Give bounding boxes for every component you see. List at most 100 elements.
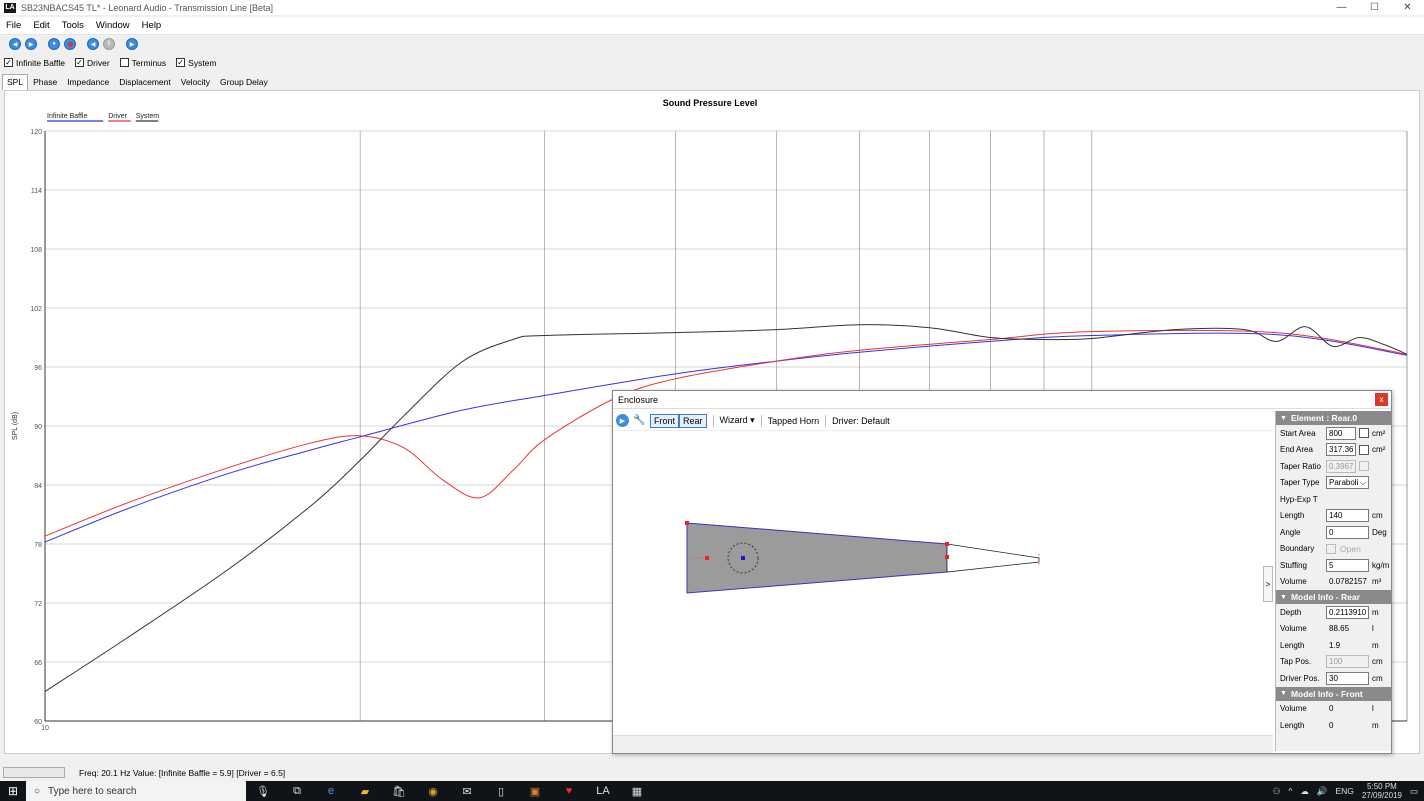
front-length-unit: m	[1372, 720, 1379, 730]
status-bar: Freq: 20.1 Hz Value: [Infinite Baffle = …	[0, 765, 1424, 780]
stop-icon[interactable]	[64, 38, 76, 50]
notification-icon[interactable]: ▭	[1410, 786, 1418, 797]
windows-start-icon[interactable]: ⊞	[0, 781, 26, 801]
angle-input[interactable]: 0	[1326, 525, 1369, 539]
enclosure-canvas[interactable]	[613, 431, 1273, 731]
file-explorer-icon[interactable]: ▰	[348, 781, 382, 801]
element-section-header[interactable]: ▼ Element : Rear.0	[1276, 411, 1391, 425]
rear-button[interactable]: Rear	[679, 413, 707, 428]
back-icon[interactable]: ◀	[9, 38, 21, 50]
chevron-down-icon: ⌵	[1359, 477, 1366, 487]
model-front-section-header[interactable]: ▼ Model Info - Front	[1276, 686, 1391, 701]
taper-type-select[interactable]: Paraboli ⌵	[1326, 476, 1369, 490]
length-unit: cm	[1372, 511, 1383, 521]
next-element-shape[interactable]	[946, 543, 1040, 573]
driver-pos-input[interactable]: 30	[1326, 671, 1369, 685]
close-window-button[interactable]: ✕	[1391, 0, 1424, 15]
chevron-up-icon[interactable]: ^	[1288, 786, 1292, 796]
taskbar-search[interactable]: ○ Type here to search	[26, 781, 246, 801]
search-icon: ○	[34, 785, 41, 797]
network-icon[interactable]: ☁	[1300, 786, 1309, 797]
store-icon[interactable]: 🛍	[382, 781, 416, 801]
run-icon[interactable]: ▶	[616, 414, 629, 427]
maximize-button[interactable]: ☐	[1358, 0, 1391, 15]
expand-panel-button[interactable]: >	[1263, 566, 1273, 602]
length-input[interactable]: 140	[1326, 509, 1369, 523]
handle-top-right[interactable]	[945, 542, 949, 546]
checkbox-icon[interactable]: ✓	[4, 58, 13, 67]
stuffing-input[interactable]: 5	[1326, 558, 1369, 572]
tab-displacement[interactable]: Displacement	[114, 74, 176, 90]
minimize-button[interactable]: —	[1325, 0, 1358, 15]
close-icon[interactable]: x	[1375, 393, 1388, 406]
checkbox-icon[interactable]: ✓	[176, 58, 186, 67]
microphone-icon[interactable]: 🎙	[246, 781, 280, 801]
rewind-icon[interactable]: ◀	[87, 38, 99, 50]
volume-icon[interactable]: 🔊	[1317, 786, 1328, 797]
people-icon[interactable]: ⚇	[1273, 786, 1281, 797]
end-area-lock-checkbox[interactable]	[1359, 444, 1369, 455]
handle-mid-left[interactable]	[705, 556, 709, 560]
calculator-icon[interactable]: ▦	[620, 781, 654, 801]
front-button[interactable]: Front	[650, 413, 680, 428]
dialog-title-bar[interactable]: Enclosure	[613, 391, 1391, 409]
tab-spl[interactable]: SPL	[2, 74, 29, 90]
edge-browser-icon[interactable]: e	[314, 781, 348, 801]
checkbox-icon[interactable]: ✓	[75, 58, 84, 67]
driver-center-handle[interactable]	[741, 556, 745, 560]
volume-value: 0.0782157	[1329, 577, 1367, 587]
end-area-input[interactable]: 317.36	[1326, 443, 1356, 457]
task-view-icon[interactable]: ⧉	[280, 781, 314, 801]
document-icon[interactable]: ▯	[484, 781, 518, 801]
checkbox-icon[interactable]	[119, 58, 129, 67]
taper-ratio-checkbox	[1359, 461, 1369, 472]
driver-label[interactable]: Driver: Default	[832, 416, 890, 426]
menu-edit[interactable]: Edit	[33, 20, 49, 31]
record-icon[interactable]: ●	[48, 38, 60, 50]
length-label: Length	[1280, 511, 1305, 521]
tab-impedance[interactable]: Impedance	[62, 74, 114, 90]
clock[interactable]: 5:50 PM 27/09/2019	[1362, 782, 1402, 800]
handle-top-left[interactable]	[685, 521, 689, 525]
language-indicator[interactable]: ENG	[1336, 786, 1354, 796]
start-area-input[interactable]: 800	[1326, 426, 1356, 440]
front-length-value: 0	[1329, 720, 1334, 730]
model-rear-section-header[interactable]: ▼ Model Info - Rear	[1276, 590, 1391, 604]
design-type-label[interactable]: Tapped Horn	[768, 416, 820, 426]
leonard-audio-app-icon[interactable]: LA	[586, 781, 620, 801]
front-volume-row: Volume 0 l	[1276, 701, 1391, 718]
collapse-triangle-icon[interactable]: ▼	[1280, 690, 1287, 697]
toggle-system[interactable]: ✓ System	[176, 58, 217, 68]
menu-tools[interactable]: Tools	[62, 20, 84, 31]
toggle-infinite-baffle[interactable]: ✓ Infinite Baffle	[4, 58, 65, 68]
rear-element-shape[interactable]	[686, 522, 948, 594]
start-area-lock-checkbox[interactable]	[1359, 428, 1369, 439]
end-area-row: End Area 317.36 cm²	[1276, 442, 1391, 459]
toggle-driver[interactable]: ✓ Driver	[75, 58, 110, 68]
rear-volume-row: Volume 88.65 l	[1276, 621, 1391, 638]
pause-icon[interactable]: ‖	[103, 38, 115, 50]
tab-velocity[interactable]: Velocity	[176, 74, 215, 90]
rear-length-label: Length	[1280, 640, 1305, 650]
tab-phase[interactable]: Phase	[28, 74, 62, 90]
wrench-icon[interactable]: 🔧	[633, 414, 646, 427]
legend-label: System	[136, 113, 160, 120]
boundary-row: Boundary Open	[1276, 541, 1391, 558]
handle-mid-right[interactable]	[945, 555, 949, 559]
menu-help[interactable]: Help	[142, 20, 162, 31]
wizard-dropdown[interactable]: Wizard ▾	[720, 415, 755, 426]
forward-icon[interactable]: ▶	[25, 38, 37, 50]
menu-file[interactable]: File	[6, 20, 21, 31]
play-icon[interactable]: ▶	[126, 38, 138, 50]
toggle-terminus[interactable]: Terminus	[119, 58, 166, 68]
mail-icon[interactable]: ✉	[450, 781, 484, 801]
tab-group-delay[interactable]: Group Delay	[215, 74, 273, 90]
volume-row: Volume 0.0782157 m³	[1276, 574, 1391, 591]
chrome-icon[interactable]: ◉	[416, 781, 450, 801]
depth-input[interactable]: 0.2113910	[1326, 605, 1369, 619]
menu-window[interactable]: Window	[96, 20, 130, 31]
collapse-triangle-icon[interactable]: ▼	[1280, 415, 1287, 422]
heart-app-icon[interactable]: ♥	[552, 781, 586, 801]
calendar-app-icon[interactable]: ▣	[518, 781, 552, 801]
collapse-triangle-icon[interactable]: ▼	[1280, 594, 1287, 601]
